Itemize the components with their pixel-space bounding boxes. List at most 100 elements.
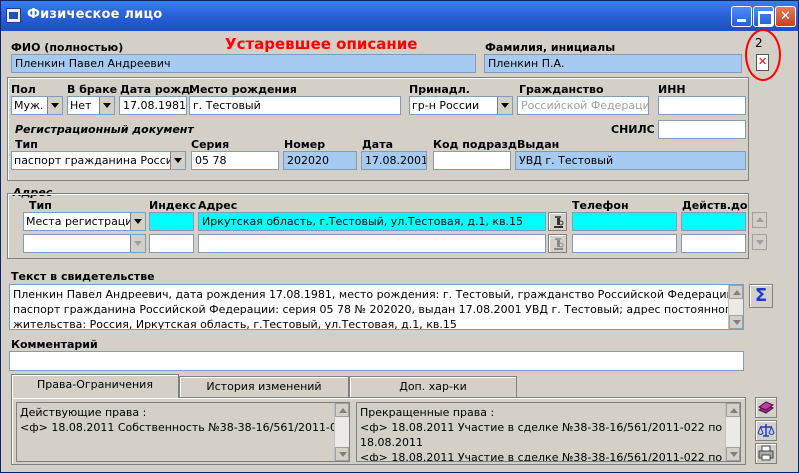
print-button[interactable] [755,443,777,464]
birthdate-field[interactable]: 17.08.1981 [119,96,187,115]
citizenship-field[interactable]: Российской Федерации [517,96,649,115]
dept-code-label: Код подразд. [433,138,522,151]
valid-until-field-2[interactable] [681,234,746,253]
addr-field-2[interactable] [198,234,546,253]
doc-type-value: паспорт гражданина Российс [14,154,186,167]
short-name-field[interactable]: Пленкин П.А. [484,54,742,73]
valid-until-label: Действ.до [682,199,748,212]
tab-history[interactable]: История изменений субъекта [179,376,349,412]
books-button[interactable] [755,397,777,418]
certificate-text[interactable]: Пленкин Павел Андреевич, дата рождения 1… [9,284,744,330]
title-bar[interactable]: Физическое лицо [1,1,798,31]
maximize-button[interactable] [753,6,774,27]
record-count: 2 [755,36,763,50]
outdated-warning: Устаревшее описание [225,35,418,53]
chevron-down-icon [130,213,145,230]
certificate-line: Пленкин Павел Андреевич, дата рождения 1… [13,288,744,301]
address-search-button-2[interactable] [548,234,567,253]
series-field[interactable]: 05 78 [191,151,279,170]
address-scroll-up[interactable] [752,212,767,228]
certificate-line: жительства: Россия, Иркутская область, г… [13,318,457,330]
scroll-down-arrow[interactable] [726,447,740,461]
window-title: Физическое лицо [27,7,163,22]
doc-date-field[interactable]: 17.08.2001 [361,151,427,170]
addr-index-field-2[interactable] [149,234,194,253]
delete-document-icon[interactable] [756,54,769,71]
married-select[interactable]: Нет [67,96,115,115]
gender-select[interactable]: Муж. [11,96,63,115]
comment-field[interactable] [9,351,744,371]
sigma-icon: Σ [754,285,768,306]
tab-extra[interactable]: Доп. хар-ки [349,376,517,397]
scroll-up-arrow[interactable] [726,403,740,417]
scroll-down-arrow[interactable] [335,447,349,461]
addr-type-value: Места регистрации [26,215,140,228]
scroll-down-arrow[interactable] [729,315,743,329]
tab-rights[interactable]: Права-Ограничения [11,374,179,398]
fio-label: ФИО (полностью) [11,41,124,54]
birthdate-label: Дата рожд. [120,83,195,96]
belong-value: гр-н России [412,99,480,112]
phone-field-2[interactable] [572,234,677,253]
doc-type-select[interactable]: паспорт гражданина Российс [11,151,186,170]
married-label: В браке [67,83,118,96]
ended-right-item: <ф> 18.08.2011 Участие в сделке №38-38-1… [360,451,723,462]
ended-right-item: <ф> 18.08.2011 Участие в сделке №38-38-1… [360,421,723,434]
active-right-item: <ф> 18.08.2011 Собственность №38-38-16/5… [20,421,350,434]
dept-code-field[interactable] [433,151,511,170]
microscope-icon [554,216,564,228]
close-button[interactable] [775,6,796,27]
doc-section-label: Регистрационный документ [15,123,194,136]
fio-field[interactable]: Пленкин Павел Андреевич [11,54,476,73]
gender-value: Муж. [14,99,44,112]
sum-button[interactable]: Σ [749,284,773,308]
certificate-line: паспорт гражданина Российской Федерации:… [13,303,744,316]
ended-right-item: 18.08.2011 [360,436,423,449]
birthplace-field[interactable]: г. Тестовый [189,96,401,115]
doc-type-label: Тип [15,138,38,151]
ended-rights-title: Прекращенные права : [360,406,495,419]
issued-label: Выдан [517,138,560,151]
ended-rights-scrollbar[interactable] [725,403,740,461]
snils-field[interactable] [658,120,746,139]
active-rights-list[interactable]: Действующие права : <ф> 18.08.2011 Собст… [16,402,350,462]
printer-icon [758,445,774,461]
valid-until-field[interactable] [681,212,746,231]
active-rights-scrollbar[interactable] [334,403,349,461]
number-label: Номер [284,138,326,151]
doc-date-label: Дата [362,138,394,151]
short-name-label: Фамилия, инициалы [485,41,616,54]
certificate-scrollbar[interactable] [728,285,743,329]
scroll-up-arrow[interactable] [335,403,349,417]
active-rights-title: Действующие права : [20,406,147,419]
belong-select[interactable]: гр-н России [409,96,513,115]
gender-label: Пол [11,83,36,96]
issued-field[interactable]: УВД г. Тестовый [515,151,746,170]
inn-label: ИНН [658,83,686,96]
window: Физическое лицо ФИО (полностью) Устаревш… [0,0,799,473]
snils-label: СНИЛС [611,123,655,136]
addr-field[interactable]: Иркутская область, г.Тестовый, ул.Тестов… [198,212,546,231]
minimize-button[interactable] [731,6,752,27]
scales-button[interactable] [755,420,777,441]
addr-type-label: Тип [29,199,52,212]
app-icon [6,8,21,23]
scroll-up-arrow[interactable] [729,285,743,299]
scales-icon [757,424,775,437]
chevron-down-icon [497,97,512,114]
chevron-down-icon [170,152,185,169]
addr-type-select-2[interactable] [23,234,146,253]
number-field[interactable]: 202020 [283,151,357,170]
addr-index-label: Индекс [149,199,197,212]
phone-label: Телефон [572,199,629,212]
phone-field[interactable] [572,212,677,231]
addr-type-select[interactable]: Места регистрации [23,212,146,231]
married-value: Нет [70,99,92,112]
address-search-button[interactable] [548,212,567,231]
inn-field[interactable] [658,96,746,115]
addr-index-field[interactable] [149,212,194,231]
chevron-down-icon [99,97,114,114]
address-scroll-down[interactable] [752,234,767,250]
belong-label: Принадл. [409,83,470,96]
ended-rights-list[interactable]: Прекращенные права : <ф> 18.08.2011 Учас… [356,402,741,462]
